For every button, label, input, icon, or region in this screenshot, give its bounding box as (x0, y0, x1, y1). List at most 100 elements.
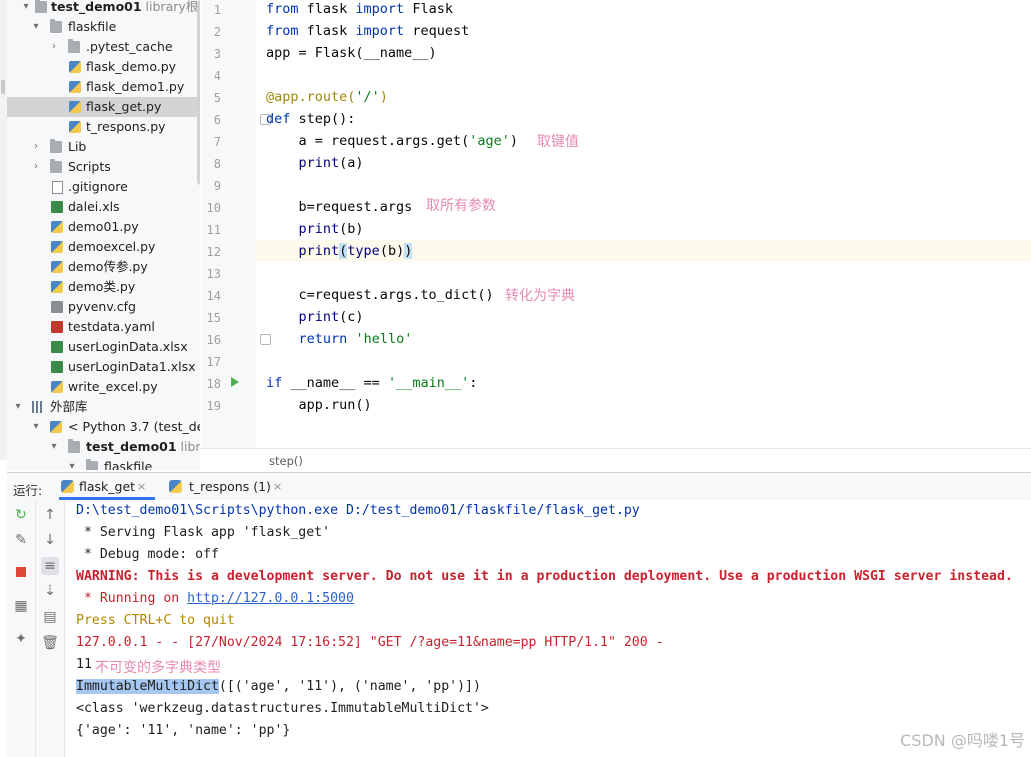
tree-item-test-demo01-lib[interactable]: ▾ test_demo01 librar (7, 437, 200, 457)
tree-item-label: demo类.py (68, 279, 136, 294)
tree-item-demo-chuancan[interactable]: demo传参.py (7, 257, 200, 277)
tree-item-write-excel[interactable]: write_excel.py (7, 377, 200, 397)
folder-icon (68, 439, 80, 453)
line-number: 9 (213, 179, 221, 193)
console-line: ImmutableMultiDict([('age', '11'), ('nam… (76, 679, 481, 694)
python-icon (169, 480, 182, 493)
code-line: print(type(b)) (298, 243, 413, 259)
tree-item-demoexcel[interactable]: demoexcel.py (7, 237, 200, 257)
tree-item-t-respons[interactable]: t_respons.py (7, 117, 200, 137)
rerun-icon[interactable]: ↻ (12, 506, 30, 524)
folder-icon (35, 0, 47, 13)
chevron-down-icon[interactable]: ▾ (20, 0, 32, 17)
python-file-icon (51, 281, 63, 293)
tree-item-testdata-yaml[interactable]: testdata.yaml (7, 317, 200, 337)
tree-item-pytest-cache[interactable]: › .pytest_cache (7, 37, 200, 57)
code-line: print(c) (298, 309, 364, 325)
tab-label: flask_get (79, 479, 136, 494)
code-editor[interactable]: 1 2 3 4 5 6 7 8 9 10 11 12 13 14 15 16 17 18 19 from flask… (201, 0, 1031, 448)
code-line: print(a) (298, 155, 364, 171)
python-file-icon (51, 221, 63, 233)
library-icon (32, 401, 44, 413)
layout-icon[interactable]: ▦ (12, 597, 30, 615)
code-line: return 'hello' (298, 331, 413, 347)
folder-icon (50, 19, 62, 33)
chevron-right-icon[interactable]: › (48, 37, 60, 57)
tree-root[interactable]: ▾ test_demo01 library根目录 (7, 0, 200, 17)
tree-item-label: demoexcel.py (68, 239, 156, 254)
annotation-all-args: 取所有参数 (426, 198, 496, 214)
tree-item-pyvenv-cfg[interactable]: pyvenv.cfg (7, 297, 200, 317)
pin-icon[interactable]: ✦ (12, 630, 30, 648)
run-console[interactable]: D:\test_demo01\Scripts\python.exe D:/tes… (65, 500, 1031, 757)
tree-item-flask-demo1[interactable]: flask_demo1.py (7, 77, 200, 97)
tab-flask-get[interactable]: flask_get × (59, 473, 155, 500)
chevron-down-icon[interactable]: ▾ (30, 17, 42, 37)
breadcrumb-item[interactable]: step() (269, 454, 303, 468)
tree-item-external-libs[interactable]: ▾ 外部库 (7, 397, 200, 417)
code-line: a = request.args.get('age') (266, 133, 518, 149)
tree-item-scripts[interactable]: › Scripts (7, 157, 200, 177)
scroll-to-end-icon[interactable]: ⇣ (41, 582, 59, 600)
stop-button[interactable] (12, 564, 30, 582)
tree-item-hint: librar (180, 439, 200, 454)
line-number: 1 (213, 3, 221, 17)
run-toolbar-primary: ↻ ✎ ▦ ✦ (7, 500, 36, 757)
python-file-icon (69, 121, 81, 133)
line-number: 13 (206, 267, 221, 281)
code-line: def step(): (266, 111, 356, 127)
print-icon[interactable]: ▤ (41, 608, 59, 626)
tree-item-flask-get[interactable]: flask_get.py (7, 97, 200, 117)
wrench-icon[interactable]: ✎ (12, 531, 30, 549)
chevron-down-icon[interactable]: ▾ (12, 397, 24, 417)
tree-item-flask-demo[interactable]: flask_demo.py (7, 57, 200, 77)
run-gutter-icon[interactable] (231, 377, 239, 387)
code-line: from flask import request (266, 23, 470, 39)
chevron-right-icon[interactable]: › (30, 157, 42, 177)
stop-icon (16, 567, 26, 577)
tree-item-label: .gitignore (68, 179, 128, 194)
chevron-right-icon[interactable]: › (30, 137, 42, 157)
tree-item-userlogindata[interactable]: userLoginData.xlsx (7, 337, 200, 357)
project-tool-tab[interactable] (1, 80, 5, 94)
tree-item-label: flaskfile (104, 459, 153, 470)
arrow-down-icon[interactable]: ↓ (41, 531, 59, 549)
tree-item-label: Scripts (68, 159, 111, 174)
tab-t-respons[interactable]: t_respons (1) × (169, 473, 287, 500)
arrow-up-icon[interactable]: ↑ (41, 506, 59, 524)
tree-item-userlogindata1[interactable]: userLoginData1.xlsx (7, 357, 200, 377)
console-line: 11 (76, 657, 92, 672)
python-icon (50, 421, 62, 433)
chevron-down-icon[interactable]: ▾ (30, 417, 42, 437)
line-number: 5 (213, 91, 221, 105)
code-line: app.run() (266, 397, 372, 413)
tree-item-flaskfile[interactable]: ▾ flaskfile (7, 17, 200, 37)
tree-item-label: test_demo01 (86, 439, 177, 454)
server-url-link[interactable]: http://127.0.0.1:5000 (187, 591, 354, 606)
tree-item-demo-lei[interactable]: demo类.py (7, 277, 200, 297)
tree-item-flaskfile-lib[interactable]: ▾ flaskfile (7, 457, 200, 470)
chevron-down-icon[interactable]: ▾ (66, 457, 78, 470)
tree-item-python37[interactable]: ▾ < Python 3.7 (test_dem (7, 417, 200, 437)
line-number: 14 (206, 289, 221, 303)
folder-icon (50, 139, 62, 153)
tree-item-demo01[interactable]: demo01.py (7, 217, 200, 237)
line-number: 17 (206, 355, 221, 369)
close-icon[interactable]: × (273, 473, 282, 500)
console-line: * Serving Flask app 'flask_get' (76, 525, 331, 540)
tree-scrollbar[interactable] (197, 0, 200, 185)
chevron-down-icon[interactable]: ▾ (48, 437, 60, 457)
tree-item-label: testdata.yaml (68, 319, 155, 334)
trash-icon[interactable]: 🗑 (41, 634, 59, 652)
soft-wrap-icon[interactable]: ≡ (41, 557, 59, 575)
tree-item-dalei-xls[interactable]: dalei.xls (7, 197, 200, 217)
tree-item-lib[interactable]: › Lib (7, 137, 200, 157)
breadcrumb[interactable]: step() (201, 448, 1031, 473)
console-line: * Running on http://127.0.0.1:5000 (76, 591, 354, 606)
console-warning: WARNING: This is a development server. D… (76, 569, 1013, 584)
python-file-icon (69, 101, 81, 113)
folder-icon (86, 459, 98, 470)
python-file-icon (51, 241, 63, 253)
tree-item-gitignore[interactable]: .gitignore (7, 177, 200, 197)
close-icon[interactable]: × (137, 473, 146, 500)
